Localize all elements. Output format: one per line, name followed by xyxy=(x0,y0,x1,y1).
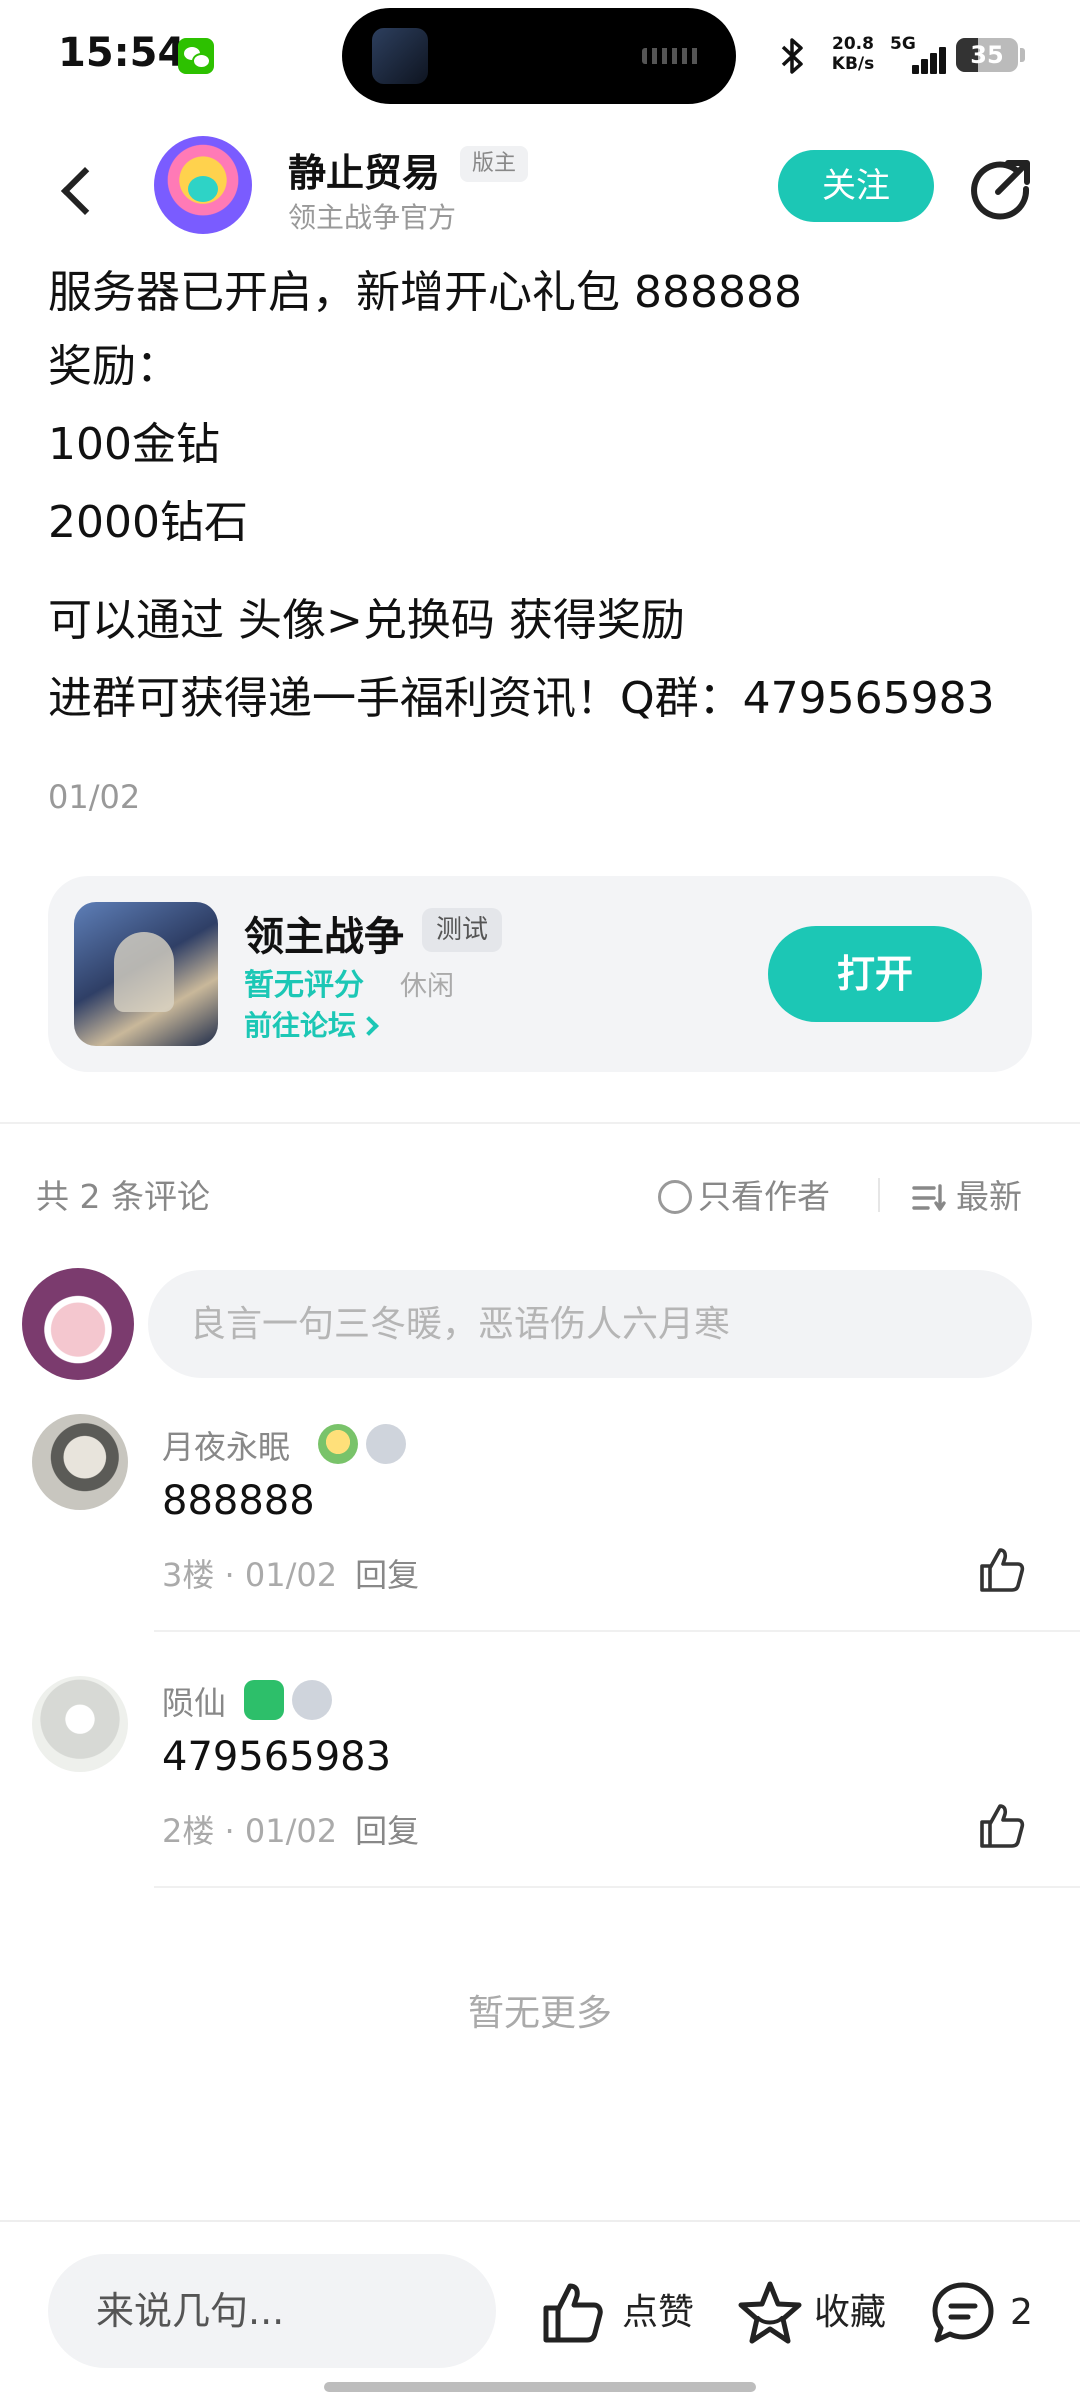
author-only-label: 只看作者 xyxy=(698,1177,830,1216)
collect-label: 收藏 xyxy=(814,2292,887,2333)
commenter-name[interactable]: 月夜永眠 xyxy=(162,1422,290,1468)
comment-date: 01/02 xyxy=(244,1556,338,1594)
forum-link-label: 前往论坛 xyxy=(244,1009,357,1042)
home-indicator[interactable] xyxy=(324,2382,756,2392)
comments-button[interactable]: 2 xyxy=(930,2278,1040,2348)
media-thumbnail xyxy=(372,28,428,84)
share-icon[interactable] xyxy=(968,156,1034,222)
comment-bubble-icon xyxy=(932,2282,994,2343)
net-speed-value: 20.8 xyxy=(832,34,874,54)
forum-link[interactable]: 前往论坛 xyxy=(244,1004,379,1044)
collect-button[interactable]: 收藏 xyxy=(736,2278,896,2348)
commenter-avatar[interactable] xyxy=(32,1676,128,1772)
follow-button[interactable]: 关注 xyxy=(778,150,934,222)
commenter-name[interactable]: 陨仙 xyxy=(162,1678,226,1724)
like-icon[interactable] xyxy=(976,1544,1028,1596)
like-icon[interactable] xyxy=(976,1800,1028,1852)
game-test-badge: 测试 xyxy=(422,908,503,952)
like-button[interactable]: 点赞 xyxy=(540,2278,700,2348)
open-game-button[interactable]: 打开 xyxy=(768,926,982,1022)
comment-text: 888888 xyxy=(162,1478,315,1524)
bluetooth-icon xyxy=(780,36,806,85)
radio-icon xyxy=(658,1180,692,1214)
battery-icon: 35 xyxy=(956,38,1018,72)
comment-meta: 3楼 · 01/02 回复 xyxy=(162,1556,420,1594)
like-label: 点赞 xyxy=(622,2292,695,2333)
comments-count: 共 2 条评论 xyxy=(36,1177,210,1216)
comment-meta: 2楼 · 01/02 回复 xyxy=(162,1812,420,1850)
comment-floor: 3楼 xyxy=(162,1556,215,1594)
reply-button[interactable]: 回复 xyxy=(355,1812,419,1850)
comment-count: 2 xyxy=(1010,2292,1033,2333)
author-subtitle: 领主战争官方 xyxy=(288,201,457,234)
post-line: 2000钻石 xyxy=(48,497,248,548)
net-speed: 20.8 KB/s xyxy=(826,34,880,74)
author-avatar[interactable] xyxy=(154,136,252,234)
battery-level: 35 xyxy=(970,41,1004,69)
comment-item: 月夜永眠 888888 3楼 · 01/02 回复 xyxy=(0,1410,1080,1640)
author-name[interactable]: 静止贸易 xyxy=(288,142,440,197)
audio-wave-icon xyxy=(642,48,700,64)
bottom-divider xyxy=(0,2220,1080,2222)
divider xyxy=(878,1178,880,1212)
status-time: 15:54 xyxy=(58,30,186,76)
comment-date: 01/02 xyxy=(244,1812,338,1850)
my-avatar xyxy=(22,1268,134,1380)
post-line: 服务器已开启，新增开心礼包 888888 xyxy=(48,267,802,318)
level-badge-icon xyxy=(292,1680,332,1720)
no-more-text: 暂无更多 xyxy=(467,1993,612,2034)
post-line: 100金钻 xyxy=(48,419,220,470)
post-date: 01/02 xyxy=(48,778,141,816)
battery-tip xyxy=(1020,48,1025,62)
gamepad-badge-icon xyxy=(244,1680,284,1720)
level-badge-icon xyxy=(366,1424,406,1464)
post-content: 服务器已开启，新增开心礼包 888888 奖励： 100金钻 2000钻石 可以… xyxy=(48,258,1048,738)
reply-button[interactable]: 回复 xyxy=(355,1556,419,1594)
dynamic-island[interactable] xyxy=(342,8,736,104)
back-icon[interactable] xyxy=(58,160,98,220)
signal-icon xyxy=(902,46,946,74)
thumbs-up-icon xyxy=(543,2283,603,2343)
game-card[interactable]: 领主战争 测试 暂无评分 休闲 前往论坛 打开 xyxy=(48,876,1032,1072)
comment-item: 陨仙 479565983 2楼 · 01/02 回复 xyxy=(0,1666,1080,1896)
post-line: 可以通过 头像>兑换码 获得奖励 xyxy=(48,595,685,646)
comment-divider xyxy=(154,1886,1080,1888)
net-speed-unit: KB/s xyxy=(831,54,875,74)
game-genre: 休闲 xyxy=(400,971,454,1002)
commenter-avatar[interactable] xyxy=(32,1414,128,1510)
section-divider xyxy=(0,1122,1080,1124)
chevron-right-icon xyxy=(359,1016,379,1036)
status-bar: 15:54 20.8 KB/s 5G 35 xyxy=(0,0,1080,115)
sort-toggle[interactable]: 最新 xyxy=(912,1170,1022,1218)
game-name: 领主战争 xyxy=(244,914,404,960)
comment-text: 479565983 xyxy=(162,1734,392,1780)
moderator-badge: 版主 xyxy=(460,146,529,182)
comment-divider xyxy=(154,1630,1080,1632)
author-only-toggle[interactable]: 只看作者 xyxy=(658,1170,830,1218)
comment-floor: 2楼 xyxy=(162,1812,215,1850)
post-line: 奖励： xyxy=(48,341,180,392)
wechat-icon xyxy=(178,38,214,74)
game-rating: 暂无评分 xyxy=(244,968,364,1003)
game-icon[interactable] xyxy=(74,902,218,1046)
sort-icon xyxy=(912,1184,946,1211)
comment-input[interactable] xyxy=(148,1270,1032,1378)
star-icon xyxy=(738,2281,802,2344)
bottom-comment-input[interactable]: 来说几句... xyxy=(48,2254,496,2368)
post-line: 进群可获得递一手福利资讯！Q群：479565983 xyxy=(48,673,995,724)
emoji-badge-icon xyxy=(318,1424,358,1464)
sort-label: 最新 xyxy=(956,1177,1022,1216)
